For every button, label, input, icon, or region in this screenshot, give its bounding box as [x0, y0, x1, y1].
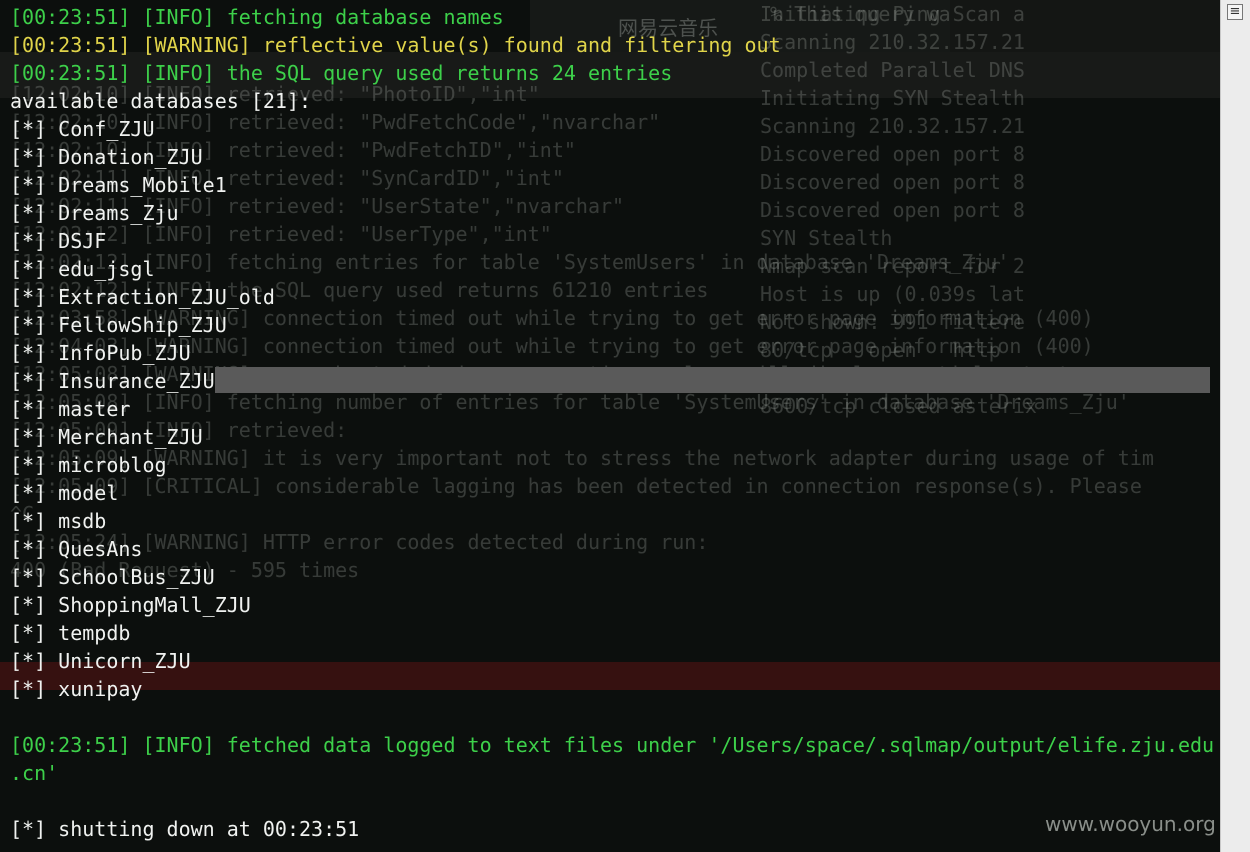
terminal-line: available databases [21]:	[10, 89, 312, 113]
terminal-line: [00:23:51] [INFO] the SQL query used ret…	[10, 61, 673, 85]
terminal-scrollbar[interactable]	[1220, 0, 1250, 852]
terminal-line: [*] msdb	[10, 509, 107, 533]
terminal-line: [*] model	[10, 481, 119, 505]
terminal-line: [*] Insurance_ZJU	[10, 369, 215, 393]
terminal-line: [*] Conf_ZJU	[10, 117, 155, 141]
terminal-line: [00:23:51] [INFO] fetching database name…	[10, 5, 504, 29]
terminal-line: [*] master	[10, 397, 131, 421]
terminal-line: [*] Unicorn_ZJU	[10, 649, 191, 673]
terminal-line: [*] microblog	[10, 453, 167, 477]
watermark: www.wooyun.org	[1045, 812, 1216, 836]
terminal-line: [00:23:51] [INFO] fetched data logged to…	[10, 733, 1215, 757]
terminal-line: [*] tempdb	[10, 621, 131, 645]
terminal-line: [*] DSJF	[10, 229, 107, 253]
terminal-line: [*] xunipay	[10, 677, 143, 701]
terminal-line: [00:23:51] [WARNING] reflective value(s)…	[10, 33, 781, 57]
menu-icon[interactable]: ≡	[1227, 4, 1243, 20]
terminal-line: [*] SchoolBus_ZJU	[10, 565, 215, 589]
terminal-line: [*] Dreams_Zju	[10, 201, 179, 225]
terminal-line: [*] Merchant_ZJU	[10, 425, 203, 449]
terminal-output[interactable]: [00:23:51] [INFO] fetching database name…	[0, 0, 1220, 852]
terminal-line: [*] shutting down at 00:23:51	[10, 817, 360, 841]
terminal-line: [*] FellowShip_ZJU	[10, 313, 227, 337]
terminal-line: [*] Donation_ZJU	[10, 145, 203, 169]
terminal-line: .cn'	[10, 761, 59, 785]
terminal-line: [*] Extraction_ZJU_old	[10, 285, 275, 309]
terminal-line: [*] InfoPub_ZJU	[10, 341, 191, 365]
terminal-line: [*] QuesAns	[10, 537, 143, 561]
terminal-line: [*] edu_jsgl	[10, 257, 155, 281]
terminal-line: [*] Dreams_Mobile1	[10, 173, 227, 197]
terminal-line: [*] ShoppingMall_ZJU	[10, 593, 251, 617]
